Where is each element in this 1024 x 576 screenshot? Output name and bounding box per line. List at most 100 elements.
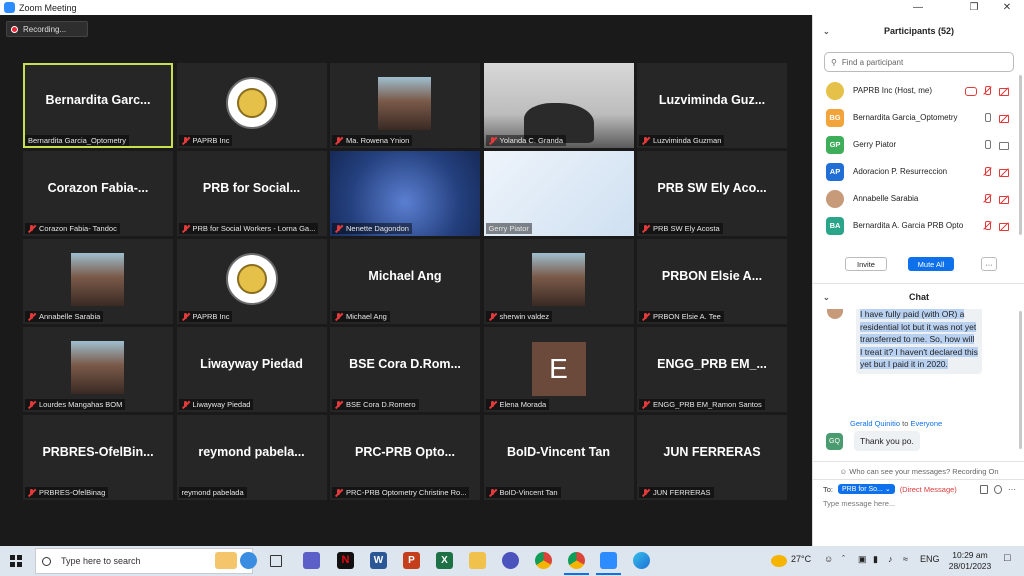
- participant-search-input[interactable]: ⚲ Find a participant: [824, 52, 1014, 72]
- participant-row[interactable]: PAPRB Inc (Host, me): [813, 77, 1019, 104]
- tile-name-text: Liwayway Piedad: [192, 400, 251, 409]
- network-icon[interactable]: ▣: [858, 554, 867, 565]
- news-widget-icon[interactable]: [215, 552, 237, 569]
- mic-muted-icon: [182, 136, 190, 145]
- more-icon[interactable]: ···: [1008, 485, 1016, 494]
- video-tile[interactable]: Michael Ang Michael Ang: [330, 239, 480, 324]
- invite-button[interactable]: Invite: [845, 257, 887, 271]
- excel-icon[interactable]: X: [436, 552, 453, 569]
- tile-display-name: reymond pabela...: [198, 445, 305, 459]
- clock[interactable]: 10:29 am 28/01/2023: [944, 550, 996, 572]
- more-options-button[interactable]: ···: [981, 257, 997, 271]
- tile-name-label: BoID-Vincent Tan: [485, 487, 561, 498]
- participant-name: PAPRB Inc (Host, me): [853, 86, 932, 95]
- chat-sender[interactable]: Gerald Quinitio: [850, 419, 900, 428]
- video-tile[interactable]: PRB for Social... PRB for Social Workers …: [176, 151, 327, 236]
- video-tile[interactable]: Yolanda C. Granda: [483, 63, 634, 148]
- participant-search-placeholder: Find a participant: [841, 57, 904, 67]
- message-visibility-info[interactable]: ☺ Who can see your messages? Recording O…: [813, 465, 1024, 479]
- tile-name-label: Gerry Piator: [485, 223, 532, 234]
- collapse-icon[interactable]: ⌄: [823, 27, 830, 36]
- tile-display-name: BoID-Vincent Tan: [506, 445, 610, 459]
- video-tile[interactable]: ENGG_PRB EM_... ENGG_PRB EM_Ramon Santos: [637, 327, 787, 412]
- video-tile[interactable]: Annabelle Sarabia: [23, 239, 173, 324]
- tile-name-text: PRBON Elsie A. Tee: [653, 312, 721, 321]
- tile-name-text: BoID-Vincent Tan: [499, 488, 558, 497]
- temperature[interactable]: 27°C: [791, 554, 811, 564]
- minimize-button[interactable]: —: [903, 0, 933, 15]
- participant-row[interactable]: Annabelle Sarabia: [813, 185, 1019, 212]
- participant-scrollbar[interactable]: [1019, 75, 1022, 235]
- video-tile[interactable]: JUN FERRERAS JUN FERRERAS: [637, 415, 787, 500]
- participant-name: Gerry Piator: [853, 140, 897, 149]
- mic-muted-icon: [182, 224, 190, 233]
- recording-icon: [11, 25, 18, 33]
- video-tile[interactable]: PRBON Elsie A... PRBON Elsie A. Tee: [637, 239, 787, 324]
- language-indicator[interactable]: ENG: [920, 554, 940, 564]
- video-tile[interactable]: Liwayway Piedad Liwayway Piedad: [176, 327, 327, 412]
- collapse-chat-icon[interactable]: ⌄: [823, 293, 830, 302]
- battery-icon[interactable]: ▮: [873, 554, 878, 565]
- wifi-icon[interactable]: ≈: [903, 554, 908, 564]
- teams-chat-icon[interactable]: [303, 552, 320, 569]
- recording-indicator[interactable]: Recording...: [6, 21, 88, 37]
- video-tile[interactable]: PRC-PRB Opto... PRC-PRB Optometry Christi…: [330, 415, 480, 500]
- video-tile[interactable]: BSE Cora D.Rom... BSE Cora D.Romero: [330, 327, 480, 412]
- tile-name-label: Liwayway Piedad: [178, 399, 254, 410]
- visibility-text: Who can see your messages? Recording On: [849, 467, 999, 476]
- chat-title: Chat: [909, 292, 929, 302]
- maximize-button[interactable]: ❐: [959, 0, 989, 15]
- weather-icon[interactable]: [771, 555, 787, 567]
- participant-row[interactable]: BG Bernardita Garcia_Optometry: [813, 104, 1019, 131]
- windows-start-icon[interactable]: [10, 555, 22, 567]
- zoom-app-icon[interactable]: [596, 552, 621, 575]
- participant-row[interactable]: BA Bernardita A. Garcia PRB Opto: [813, 212, 1019, 239]
- netflix-icon[interactable]: N: [337, 552, 354, 569]
- recipient-dropdown[interactable]: PRB for So... ⌄: [838, 484, 895, 494]
- video-tile[interactable]: BoID-Vincent Tan BoID-Vincent Tan: [483, 415, 634, 500]
- video-tile[interactable]: PAPRB Inc: [176, 239, 327, 324]
- mute-all-button[interactable]: Mute All: [908, 257, 954, 271]
- video-tile[interactable]: Gerry Piator: [483, 151, 634, 236]
- tray-overflow-icon[interactable]: ˆ: [842, 554, 845, 564]
- participant-status: [982, 220, 1009, 231]
- video-tile[interactable]: sherwin valdez: [483, 239, 634, 324]
- video-tile[interactable]: E Elena Morada: [483, 327, 634, 412]
- emoji-icon[interactable]: [994, 484, 1002, 494]
- participant-row[interactable]: AP Adoracion P. Resurreccion: [813, 158, 1019, 185]
- chat-message-bubble[interactable]: Thank you po.: [854, 431, 920, 451]
- word-icon[interactable]: W: [370, 552, 387, 569]
- edge-icon[interactable]: [633, 552, 650, 569]
- file-explorer-icon[interactable]: [469, 552, 486, 569]
- participants-header: ⌄ Participants (52): [813, 20, 1024, 42]
- volume-icon[interactable]: ♪: [888, 554, 893, 564]
- chat-scrollbar[interactable]: [1019, 311, 1022, 449]
- task-view-icon[interactable]: [270, 555, 282, 567]
- video-tile[interactable]: PRBRES-OfelBin... PRBRES-OfelBinag: [23, 415, 173, 500]
- avatar: GQ: [826, 433, 843, 450]
- widget-icon[interactable]: [240, 552, 257, 569]
- participant-row[interactable]: GP Gerry Piator: [813, 131, 1019, 158]
- notifications-icon[interactable]: □: [1004, 552, 1011, 564]
- teams-icon[interactable]: [502, 552, 519, 569]
- video-tile[interactable]: Lourdes Mangahas BOM: [23, 327, 173, 412]
- video-tile[interactable]: Nenette Dagondon: [330, 151, 480, 236]
- file-icon[interactable]: [980, 484, 988, 494]
- video-tile[interactable]: Luzviminda Guz... Luzviminda Guzman: [637, 63, 787, 148]
- chat-recipient[interactable]: Everyone: [910, 419, 942, 428]
- mic-muted-icon: [335, 224, 343, 233]
- video-tile[interactable]: reymond pabela... reymond pabelada: [176, 415, 327, 500]
- chat-message-input[interactable]: Type message here...: [823, 499, 895, 508]
- chat-message-bubble[interactable]: I have fully paid (with OR) a residentia…: [856, 309, 982, 374]
- people-icon[interactable]: ☺: [824, 554, 833, 564]
- video-tile[interactable]: Ma. Rowena Ynion: [330, 63, 480, 148]
- powerpoint-icon[interactable]: P: [403, 552, 420, 569]
- chrome-profile-icon[interactable]: [564, 552, 589, 575]
- video-tile[interactable]: PRB SW Ely Aco... PRB SW Ely Acosta: [637, 151, 787, 236]
- video-tile[interactable]: Bernardita Garc... Bernardita Garcia_Opto…: [23, 63, 173, 148]
- video-tile[interactable]: PAPRB Inc: [176, 63, 327, 148]
- tile-display-name: JUN FERRERAS: [663, 445, 761, 459]
- close-button[interactable]: ✕: [992, 0, 1022, 15]
- video-tile[interactable]: Corazon Fabia-... Corazon Fabia- Tandoc: [23, 151, 173, 236]
- chrome-icon[interactable]: [535, 552, 552, 569]
